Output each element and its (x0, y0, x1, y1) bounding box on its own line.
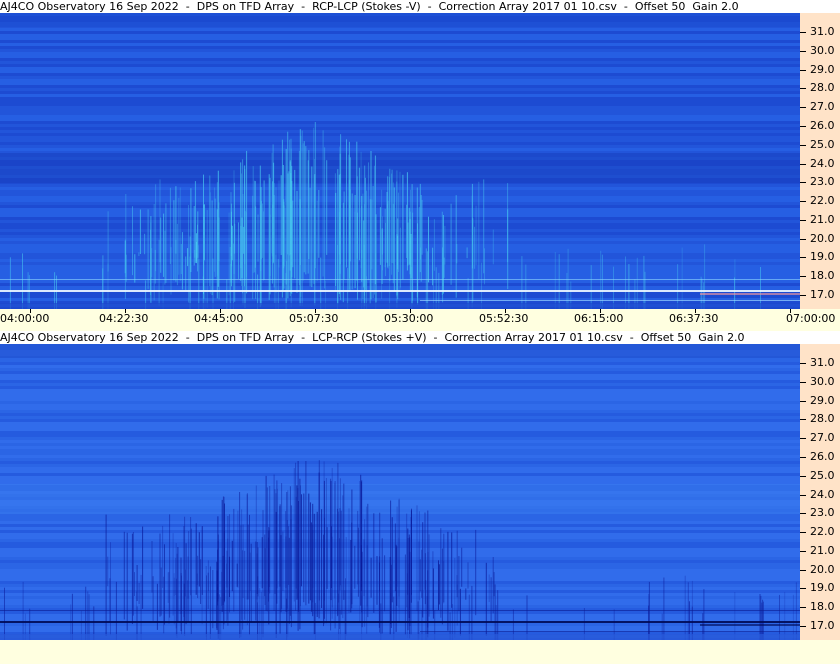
frequency-tick (800, 382, 806, 383)
panel-1-title: AJ4CO Observatory 16 Sep 2022 - DPS on T… (0, 0, 840, 13)
frequency-label: 27.0 (810, 431, 835, 444)
frequency-tick (800, 182, 806, 183)
time-axis: 04:00:00 04:22:30 04:45:00 05:07:30 05:30:00… (0, 309, 840, 331)
frequency-tick (800, 164, 806, 165)
frequency-label: 25.0 (810, 469, 835, 482)
time-label: 04:00:00 (0, 312, 50, 325)
frequency-label: 21.0 (810, 213, 835, 226)
frequency-tick (800, 457, 806, 458)
frequency-label: 18.0 (810, 269, 835, 282)
panel-1-spectrogram-image (0, 13, 800, 309)
frequency-label: 30.0 (810, 375, 835, 388)
frequency-tick (800, 276, 806, 277)
frequency-tick (800, 107, 806, 108)
frequency-label: 26.0 (810, 119, 835, 132)
frequency-label: 31.0 (810, 25, 835, 38)
frequency-label: 20.0 (810, 563, 835, 576)
frequency-tick (800, 51, 806, 52)
frequency-label: 22.0 (810, 194, 835, 207)
frequency-tick (800, 257, 806, 258)
frequency-tick (800, 239, 806, 240)
frequency-tick (800, 419, 806, 420)
frequency-label: 29.0 (810, 394, 835, 407)
frequency-tick (800, 295, 806, 296)
frequency-label: 17.0 (810, 288, 835, 301)
frequency-tick (800, 145, 806, 146)
frequency-label: 24.0 (810, 157, 835, 170)
frequency-label: 20.0 (810, 232, 835, 245)
frequency-tick (800, 438, 806, 439)
frequency-label: 26.0 (810, 450, 835, 463)
frequency-tick (800, 220, 806, 221)
frequency-label: 19.0 (810, 581, 835, 594)
frequency-tick (800, 532, 806, 533)
time-label: 05:52:30 (479, 312, 529, 325)
panel-1-frequency-axis: 31.0 30.0 29.0 28.0 27.0 26.0 25.0 24.0 23.0 22.0… (800, 13, 840, 309)
frequency-tick (800, 570, 806, 571)
time-label: 06:15:00 (574, 312, 624, 325)
frequency-tick (800, 551, 806, 552)
time-label: 04:45:00 (194, 312, 244, 325)
time-label: 05:30:00 (384, 312, 434, 325)
frequency-label: 23.0 (810, 175, 835, 188)
frequency-label: 17.0 (810, 619, 835, 632)
panel-1-spectrogram (0, 13, 800, 309)
frequency-tick (800, 363, 806, 364)
frequency-tick (800, 513, 806, 514)
frequency-tick (800, 401, 806, 402)
panel-2-frequency-axis: 31.0 30.0 29.0 28.0 27.0 26.0 25.0 24.0 23.0 22.0… (800, 344, 840, 640)
time-label: 04:22:30 (99, 312, 149, 325)
frequency-tick (800, 32, 806, 33)
frequency-label: 30.0 (810, 44, 835, 57)
frequency-label: 18.0 (810, 600, 835, 613)
frequency-label: 29.0 (810, 63, 835, 76)
frequency-tick (800, 70, 806, 71)
frequency-label: 22.0 (810, 525, 835, 538)
frequency-tick (800, 588, 806, 589)
frequency-tick (800, 88, 806, 89)
time-label: 05:07:30 (289, 312, 339, 325)
frequency-label: 28.0 (810, 412, 835, 425)
panel-2-spectrogram (0, 344, 800, 640)
frequency-label: 25.0 (810, 138, 835, 151)
frequency-label: 24.0 (810, 488, 835, 501)
panel-2-spectrogram-image (0, 344, 800, 640)
frequency-tick (800, 126, 806, 127)
frequency-tick (800, 495, 806, 496)
frequency-label: 19.0 (810, 250, 835, 263)
frequency-label: 28.0 (810, 81, 835, 94)
bottom-strip (0, 640, 840, 664)
time-label: 06:37:30 (669, 312, 719, 325)
frequency-label: 23.0 (810, 506, 835, 519)
panel-2-title: AJ4CO Observatory 16 Sep 2022 - DPS on T… (0, 331, 840, 344)
frequency-tick (800, 626, 806, 627)
frequency-tick (800, 607, 806, 608)
time-label: 07:00:00 (786, 312, 836, 325)
frequency-label: 31.0 (810, 356, 835, 369)
frequency-label: 21.0 (810, 544, 835, 557)
frequency-tick (800, 476, 806, 477)
frequency-tick (800, 201, 806, 202)
frequency-label: 27.0 (810, 100, 835, 113)
